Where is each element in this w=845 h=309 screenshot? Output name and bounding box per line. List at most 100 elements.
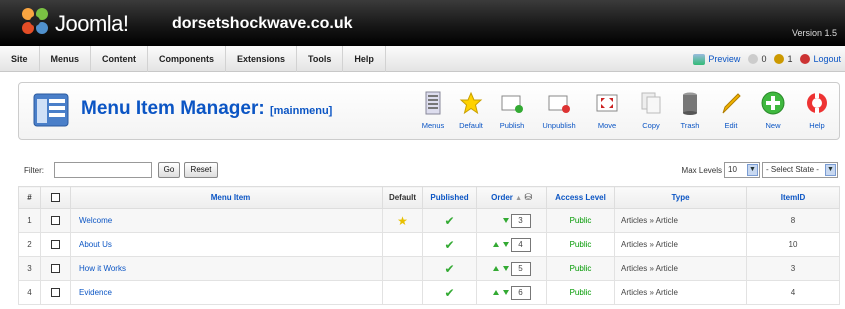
col-menu-item[interactable]: Menu Item bbox=[70, 186, 383, 209]
move-up-icon[interactable] bbox=[492, 290, 499, 295]
item-id: 3 bbox=[746, 256, 840, 281]
trash-icon bbox=[683, 92, 697, 115]
page-subtitle: [mainmenu] bbox=[269, 105, 333, 117]
table-row: 4 Evidence ✔ 6 Public Articles » Article… bbox=[18, 280, 840, 305]
max-levels-select[interactable]: 10 ▼ bbox=[724, 162, 760, 178]
move-down-icon[interactable] bbox=[502, 242, 509, 247]
move-button[interactable]: Move bbox=[587, 91, 627, 135]
menu-manager-icon bbox=[33, 93, 69, 127]
publish-button[interactable]: Publish bbox=[492, 91, 532, 135]
menu-item-link[interactable]: How it Works bbox=[79, 264, 126, 273]
logout-icon bbox=[800, 54, 811, 64]
copy-icon bbox=[641, 92, 661, 114]
published-check-icon[interactable]: ✔ bbox=[444, 262, 454, 276]
move-up-icon[interactable] bbox=[492, 266, 499, 271]
col-default: Default bbox=[382, 186, 423, 209]
move-down-icon[interactable] bbox=[502, 218, 509, 223]
col-select-all[interactable] bbox=[40, 186, 71, 209]
preview-link[interactable]: Preview bbox=[693, 53, 740, 65]
page-title: Menu Item Manager: [mainmenu] bbox=[81, 98, 333, 119]
menu-item-link[interactable]: Welcome bbox=[79, 216, 112, 225]
default-button[interactable]: Default bbox=[451, 91, 491, 135]
default-star-icon: ★ bbox=[397, 213, 408, 228]
col-type[interactable]: Type bbox=[614, 186, 747, 209]
publish-icon bbox=[501, 95, 523, 113]
trash-button[interactable]: Trash bbox=[670, 91, 710, 135]
lifebuoy-icon bbox=[807, 92, 827, 114]
filter-row: Filter: Go Reset Max Levels 10 ▼ - Selec… bbox=[18, 160, 840, 182]
toolbar-box: Menu Item Manager: [mainmenu] Menus Defa… bbox=[18, 82, 840, 140]
copy-button[interactable]: Copy bbox=[631, 91, 671, 135]
col-order[interactable]: Order ▲ ⛁ bbox=[476, 186, 547, 209]
row-checkbox[interactable] bbox=[51, 288, 60, 298]
site-name: dorsetshockwave.co.uk bbox=[172, 15, 353, 32]
menu-item-link[interactable]: Evidence bbox=[79, 288, 112, 297]
menu-extensions[interactable]: Extensions bbox=[226, 46, 298, 72]
users-icon bbox=[774, 54, 785, 64]
item-id: 10 bbox=[746, 232, 840, 257]
logout-link[interactable]: Logout bbox=[800, 54, 841, 64]
item-type: Articles » Article bbox=[614, 256, 747, 281]
published-check-icon[interactable]: ✔ bbox=[444, 238, 454, 252]
max-levels-label: Max Levels bbox=[681, 166, 722, 175]
access-level[interactable]: Public bbox=[546, 208, 615, 233]
unpublish-button[interactable]: Unpublish bbox=[539, 91, 579, 135]
menus-icon bbox=[425, 91, 441, 115]
menu-items-table: # Menu Item Default Published Order ▲ ⛁ … bbox=[18, 186, 840, 305]
filter-label: Filter: bbox=[24, 166, 44, 175]
row-checkbox[interactable] bbox=[51, 264, 60, 274]
order-input[interactable]: 5 bbox=[510, 261, 531, 276]
order-input[interactable]: 4 bbox=[510, 237, 531, 252]
filter-input[interactable] bbox=[54, 162, 152, 178]
go-button[interactable]: Go bbox=[158, 162, 180, 178]
move-icon bbox=[596, 94, 618, 112]
move-up-icon[interactable] bbox=[492, 242, 499, 247]
edit-button[interactable]: Edit bbox=[711, 91, 751, 135]
menu-menus[interactable]: Menus bbox=[40, 46, 92, 72]
brand-name: Joomla! bbox=[55, 11, 129, 36]
access-level[interactable]: Public bbox=[546, 256, 615, 281]
version-label: Version 1.5 bbox=[791, 28, 837, 38]
item-id: 4 bbox=[746, 280, 840, 305]
chevron-down-icon: ▼ bbox=[747, 164, 758, 176]
header-bar: Joomla! dorsetshockwave.co.uk Version 1.… bbox=[0, 0, 845, 46]
item-id: 8 bbox=[746, 208, 840, 233]
order-input[interactable]: 6 bbox=[510, 285, 531, 300]
chevron-down-icon: ▼ bbox=[825, 164, 836, 176]
menu-tools[interactable]: Tools bbox=[297, 46, 344, 72]
published-check-icon[interactable]: ✔ bbox=[444, 286, 454, 300]
published-check-icon[interactable]: ✔ bbox=[444, 214, 454, 228]
col-num: # bbox=[18, 186, 41, 209]
status-area: Preview 0 1 Logout bbox=[693, 46, 841, 72]
menu-components[interactable]: Components bbox=[148, 46, 227, 72]
row-checkbox[interactable] bbox=[51, 216, 60, 226]
move-down-icon[interactable] bbox=[502, 266, 509, 271]
help-button[interactable]: Help bbox=[797, 91, 837, 135]
users-online-status: 1 bbox=[774, 54, 792, 64]
menu-site[interactable]: Site bbox=[0, 46, 40, 72]
select-all-checkbox[interactable] bbox=[51, 193, 60, 203]
menu-help[interactable]: Help bbox=[343, 46, 386, 72]
admin-menubar: Site Menus Content Components Extensions… bbox=[0, 46, 845, 72]
row-checkbox[interactable] bbox=[51, 240, 60, 250]
save-order-icon[interactable]: ⛁ bbox=[524, 192, 532, 202]
access-level[interactable]: Public bbox=[546, 280, 615, 305]
menu-content[interactable]: Content bbox=[91, 46, 149, 72]
col-published[interactable]: Published bbox=[422, 186, 477, 209]
col-itemid[interactable]: ItemID bbox=[746, 186, 840, 209]
new-button[interactable]: New bbox=[753, 91, 793, 135]
plus-icon bbox=[761, 91, 785, 115]
menus-button[interactable]: Menus bbox=[413, 91, 453, 135]
menu-item-link[interactable]: About Us bbox=[79, 240, 112, 249]
item-type: Articles » Article bbox=[614, 208, 747, 233]
state-select[interactable]: - Select State - ▼ bbox=[762, 162, 838, 178]
joomla-logo-icon bbox=[22, 8, 48, 34]
messages-status[interactable]: 0 bbox=[748, 54, 766, 64]
table-row: 1 Welcome ★ ✔ 3 Public Articles » Articl… bbox=[18, 208, 840, 233]
table-header-row: # Menu Item Default Published Order ▲ ⛁ … bbox=[18, 186, 840, 209]
move-down-icon[interactable] bbox=[502, 290, 509, 295]
access-level[interactable]: Public bbox=[546, 232, 615, 257]
reset-button[interactable]: Reset bbox=[184, 162, 218, 178]
order-input[interactable]: 3 bbox=[510, 213, 531, 228]
col-access-level[interactable]: Access Level bbox=[546, 186, 615, 209]
